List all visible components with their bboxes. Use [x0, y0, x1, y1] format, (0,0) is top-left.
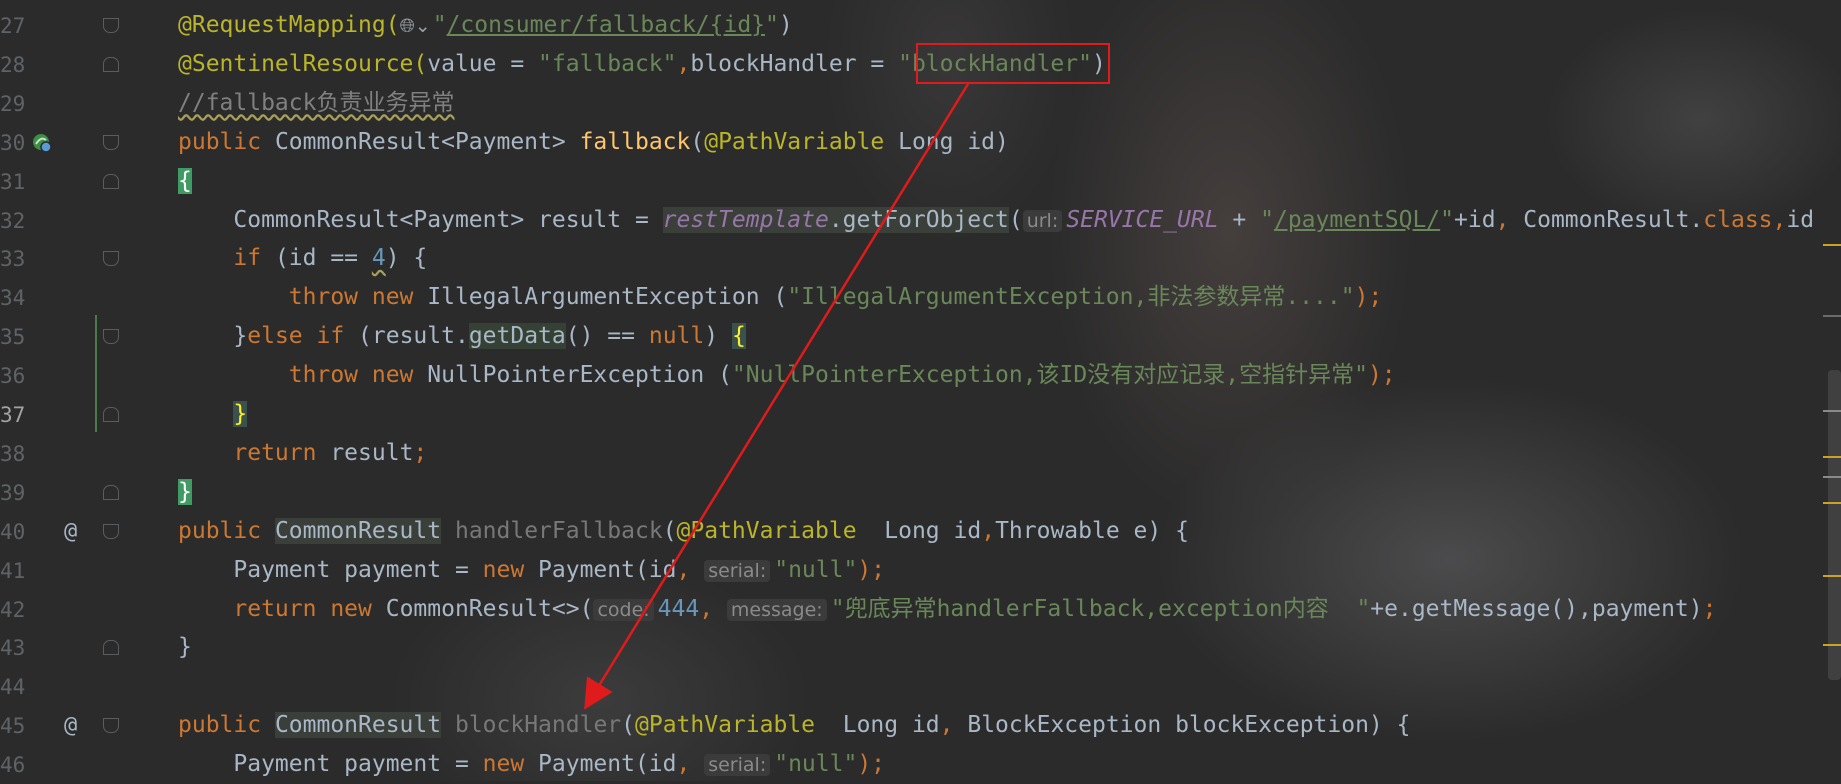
arrow-line	[584, 83, 970, 710]
scrollbar-marker[interactable]	[1823, 410, 1841, 412]
scrollbar-marker[interactable]	[1823, 244, 1841, 246]
scrollbar-marker[interactable]	[1823, 502, 1841, 504]
scrollbar-marker[interactable]	[1823, 575, 1841, 577]
scrollbar-marker[interactable]	[1823, 456, 1841, 458]
scrollbar-marker[interactable]	[1823, 476, 1841, 478]
scrollbar-marker[interactable]	[1823, 644, 1841, 646]
scrollbar-marker[interactable]	[1823, 315, 1841, 317]
vertical-scrollbar[interactable]	[1828, 370, 1841, 680]
annotation-arrow	[584, 83, 970, 710]
